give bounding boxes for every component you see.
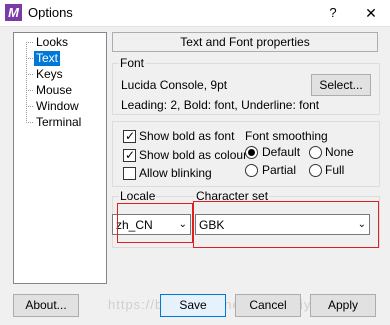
smoothing-partial-radio[interactable] — [245, 164, 258, 177]
smoothing-partial-label[interactable]: Partial — [262, 163, 296, 178]
font-select-button[interactable]: Select... — [311, 74, 371, 96]
tree-item-label: Looks — [36, 35, 69, 49]
smoothing-none-radio[interactable] — [309, 146, 322, 159]
font-name: Lucida Console, 9pt — [121, 78, 228, 92]
font-group: Font Lucida Console, 9pt Leading: 2, Bol… — [112, 57, 380, 115]
allow-blinking-checkbox[interactable] — [123, 167, 136, 180]
charset-highlight-box — [193, 201, 379, 248]
window-title: Options — [28, 5, 73, 20]
help-button[interactable]: ? — [318, 2, 348, 24]
save-button[interactable]: Save — [160, 294, 226, 317]
app-logo-icon: M — [5, 4, 22, 21]
tree-item-label: Mouse — [36, 83, 73, 97]
cancel-button[interactable]: Cancel — [235, 294, 301, 317]
smoothing-default-label[interactable]: Default — [262, 145, 300, 160]
font-details: Leading: 2, Bold: font, Underline: font — [121, 98, 320, 112]
checkmark-icon: ✓ — [124, 129, 136, 143]
tree-item-label: Text — [34, 51, 61, 66]
locale-title: Locale — [119, 189, 157, 203]
close-button[interactable]: ✕ — [356, 2, 386, 24]
locale-highlight-box — [117, 203, 193, 243]
show-bold-as-colour-label[interactable]: Show bold as colour — [139, 148, 247, 163]
show-bold-as-font-label[interactable]: Show bold as font — [139, 129, 234, 144]
tree-item-label: Keys — [36, 67, 63, 81]
smoothing-full-radio[interactable] — [309, 164, 322, 177]
smoothing-full-label[interactable]: Full — [325, 163, 344, 178]
show-bold-as-font-checkbox[interactable]: ✓ — [123, 129, 136, 143]
checkmark-icon: ✓ — [124, 148, 136, 162]
text-options-group: ✓ Show bold as font ✓ Show bold as colou… — [112, 121, 380, 187]
title-bar: M Options ? ✕ — [0, 0, 390, 27]
tree-item-label: Terminal — [36, 115, 82, 129]
tree-item-label: Window — [36, 99, 79, 113]
allow-blinking-label[interactable]: Allow blinking — [139, 166, 212, 181]
show-bold-as-colour-checkbox[interactable]: ✓ — [123, 148, 136, 162]
category-tree[interactable]: Looks Text Keys Mouse Window Terminal — [13, 32, 107, 284]
apply-button[interactable]: Apply — [310, 294, 376, 317]
about-button[interactable]: About... — [13, 294, 79, 317]
tree-connector-line — [26, 42, 27, 123]
page-header: Text and Font properties — [112, 32, 378, 52]
smoothing-none-label[interactable]: None — [325, 145, 354, 160]
font-smoothing-title: Font smoothing — [245, 129, 328, 143]
font-group-title: Font — [119, 56, 146, 70]
smoothing-default-radio[interactable] — [245, 146, 258, 159]
